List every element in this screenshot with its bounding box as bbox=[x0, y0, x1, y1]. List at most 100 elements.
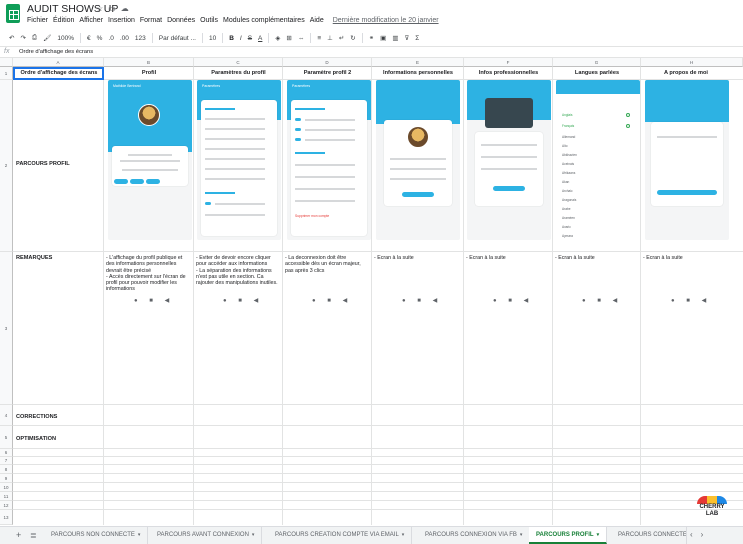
row-header-12[interactable]: 12 bbox=[0, 501, 13, 510]
row-header-6[interactable]: 6 bbox=[0, 449, 13, 457]
row-header-13[interactable]: 13 bbox=[0, 510, 13, 525]
scroll-right-icon[interactable]: › bbox=[701, 530, 704, 539]
row-header-2[interactable]: 2 bbox=[0, 80, 13, 252]
menu-format[interactable]: Format bbox=[140, 17, 162, 24]
print-icon[interactable]: ⎙ bbox=[29, 34, 40, 42]
tab-label: PARCOURS CREATION COMPTE VIA EMAIL bbox=[275, 532, 399, 538]
row-header-8[interactable]: 8 bbox=[0, 465, 13, 474]
cell-f3[interactable]: - Ecran à la suite bbox=[466, 255, 551, 261]
menu-data[interactable]: Données bbox=[167, 17, 195, 24]
more-formats-button[interactable]: 123 bbox=[132, 35, 149, 42]
sheet-tab-profil[interactable]: PARCOURS PROFIL ▾ bbox=[529, 527, 608, 544]
menu-addons[interactable]: Modules complémentaires bbox=[223, 17, 305, 24]
menu-edit[interactable]: Édition bbox=[53, 17, 74, 24]
menu-insert[interactable]: Insertion bbox=[108, 17, 135, 24]
row-header-1[interactable]: 1 bbox=[0, 67, 13, 80]
cell-d3[interactable]: - La deconnexion doit être accessible dè… bbox=[285, 255, 370, 274]
cell-g3[interactable]: - Ecran à la suite bbox=[555, 255, 639, 261]
sheet-tab-creation-compte[interactable]: PARCOURS CREATION COMPTE VIA EMAIL ▾ bbox=[268, 527, 413, 544]
row-header-3[interactable]: 3 bbox=[0, 252, 13, 405]
row-header-7[interactable]: 7 bbox=[0, 457, 13, 465]
field-line bbox=[481, 168, 537, 170]
language-item: Archaic bbox=[562, 189, 573, 193]
text-placeholder bbox=[205, 118, 265, 120]
column-header-f[interactable]: F bbox=[464, 58, 553, 67]
menu-view[interactable]: Afficher bbox=[79, 17, 103, 24]
cell-c1[interactable]: Paramètres du profil bbox=[194, 70, 283, 76]
cell-a2[interactable]: PARCOURS PROFIL bbox=[16, 161, 70, 167]
sheet-tab-connecte[interactable]: PARCOURS CONNECTE▾ bbox=[611, 527, 687, 544]
increase-decimal-button[interactable]: .00 bbox=[117, 35, 132, 42]
column-header-b[interactable]: B bbox=[104, 58, 194, 67]
cell-a5[interactable]: OPTIMISATION bbox=[16, 436, 56, 442]
currency-button[interactable]: € bbox=[84, 35, 94, 42]
wrap-icon[interactable]: ↵ bbox=[336, 34, 347, 42]
last-edit-link[interactable]: Dernière modification le 20 janvier bbox=[333, 17, 439, 24]
redo-icon[interactable]: ↷ bbox=[17, 34, 28, 42]
strikethrough-button[interactable]: S bbox=[245, 35, 255, 42]
zoom-select[interactable]: 100% bbox=[54, 35, 77, 42]
borders-icon[interactable]: ⊞ bbox=[283, 34, 294, 42]
star-icon[interactable]: ☆ bbox=[96, 4, 103, 13]
cell-b3[interactable]: - L'affichage du profil publique et des … bbox=[106, 255, 192, 293]
sheet-tab-connexion-fb[interactable]: PARCOURS CONNEXION VIA FB ▾ bbox=[418, 527, 531, 544]
cell-c3[interactable]: - Eviter de devoir encore cliquer pour a… bbox=[196, 255, 281, 286]
all-sheets-icon[interactable]: ≣ bbox=[30, 531, 37, 540]
row-header-10[interactable]: 10 bbox=[0, 483, 13, 492]
chart-icon[interactable]: ▥ bbox=[389, 34, 401, 42]
cell-a3[interactable]: REMARQUES bbox=[16, 255, 52, 261]
cell-h1[interactable]: A propos de moi bbox=[641, 70, 731, 76]
menu-tools[interactable]: Outils bbox=[200, 17, 218, 24]
cell-d1[interactable]: Paramètre profil 2 bbox=[283, 70, 372, 76]
percent-button[interactable]: % bbox=[94, 35, 106, 42]
font-size-select[interactable]: 10 bbox=[206, 35, 219, 42]
cell-f1[interactable]: Infos professionnelles bbox=[464, 70, 553, 76]
cloud-icon[interactable]: ☁ bbox=[121, 4, 129, 13]
functions-icon[interactable]: Σ bbox=[412, 35, 422, 42]
sheet-tab-avant-connexion[interactable]: PARCOURS AVANT CONNEXION ▾ bbox=[150, 527, 263, 544]
align-icon[interactable]: ≡ bbox=[314, 35, 324, 42]
valign-icon[interactable]: ⊥ bbox=[324, 34, 336, 42]
fill-color-icon[interactable]: ◈ bbox=[272, 34, 283, 42]
phone-screen-profil: Mathilde Bertrand bbox=[108, 80, 192, 240]
undo-icon[interactable]: ↶ bbox=[6, 34, 17, 42]
select-all-corner[interactable] bbox=[0, 58, 13, 67]
formula-input[interactable]: Ordre d'affichage des écrans bbox=[19, 49, 93, 55]
column-header-a[interactable]: A bbox=[13, 58, 104, 67]
bold-button[interactable]: B bbox=[226, 35, 237, 42]
sheet-tab-non-connecte[interactable]: PARCOURS NON CONNECTE ▾ bbox=[44, 527, 149, 544]
row-header-11[interactable]: 11 bbox=[0, 492, 13, 501]
column-header-c[interactable]: C bbox=[194, 58, 283, 67]
row-header-5[interactable]: 5 bbox=[0, 426, 13, 449]
column-header-g[interactable]: G bbox=[553, 58, 641, 67]
folder-icon[interactable]: ▭ bbox=[108, 4, 116, 13]
row-header-9[interactable]: 9 bbox=[0, 474, 13, 483]
italic-button[interactable]: I bbox=[237, 35, 245, 42]
column-header-h[interactable]: H bbox=[641, 58, 743, 67]
spreadsheet-grid[interactable]: A B C D E F G H 1 2 3 4 5 6 7 8 9 10 11 … bbox=[0, 58, 743, 525]
cell-g1[interactable]: Langues parlées bbox=[553, 70, 641, 76]
add-sheet-icon[interactable]: + bbox=[16, 530, 21, 540]
cell-e3[interactable]: - Ecran à la suite bbox=[374, 255, 462, 261]
menu-file[interactable]: Fichier bbox=[27, 17, 48, 24]
cell-a4[interactable]: CORRECTIONS bbox=[16, 414, 57, 420]
column-header-d[interactable]: D bbox=[283, 58, 372, 67]
menu-help[interactable]: Aide bbox=[310, 17, 324, 24]
merge-icon[interactable]: ⇔ bbox=[295, 35, 308, 42]
cell-e1[interactable]: Informations personnelles bbox=[372, 70, 464, 76]
row-header-4[interactable]: 4 bbox=[0, 405, 13, 426]
rotate-icon[interactable]: ↻ bbox=[347, 34, 358, 42]
scroll-left-icon[interactable]: ‹ bbox=[690, 530, 693, 539]
cell-b1[interactable]: Profil bbox=[104, 70, 194, 76]
text-color-button[interactable]: A bbox=[255, 35, 265, 42]
comment-icon[interactable]: ▣ bbox=[377, 34, 389, 42]
decrease-decimal-button[interactable]: .0 bbox=[105, 35, 116, 42]
column-header-e[interactable]: E bbox=[372, 58, 464, 67]
link-icon[interactable]: ⚭ bbox=[366, 34, 377, 42]
sheets-logo-icon[interactable] bbox=[6, 4, 20, 23]
font-select[interactable]: Par défaut ... bbox=[156, 35, 199, 42]
filter-icon[interactable]: ⊽ bbox=[401, 34, 412, 42]
paint-format-icon[interactable]: 🖌 bbox=[40, 34, 54, 42]
cell-h3[interactable]: - Ecran à la suite bbox=[643, 255, 733, 261]
cell-a1[interactable]: Ordre d'affichage des écrans bbox=[14, 70, 104, 76]
